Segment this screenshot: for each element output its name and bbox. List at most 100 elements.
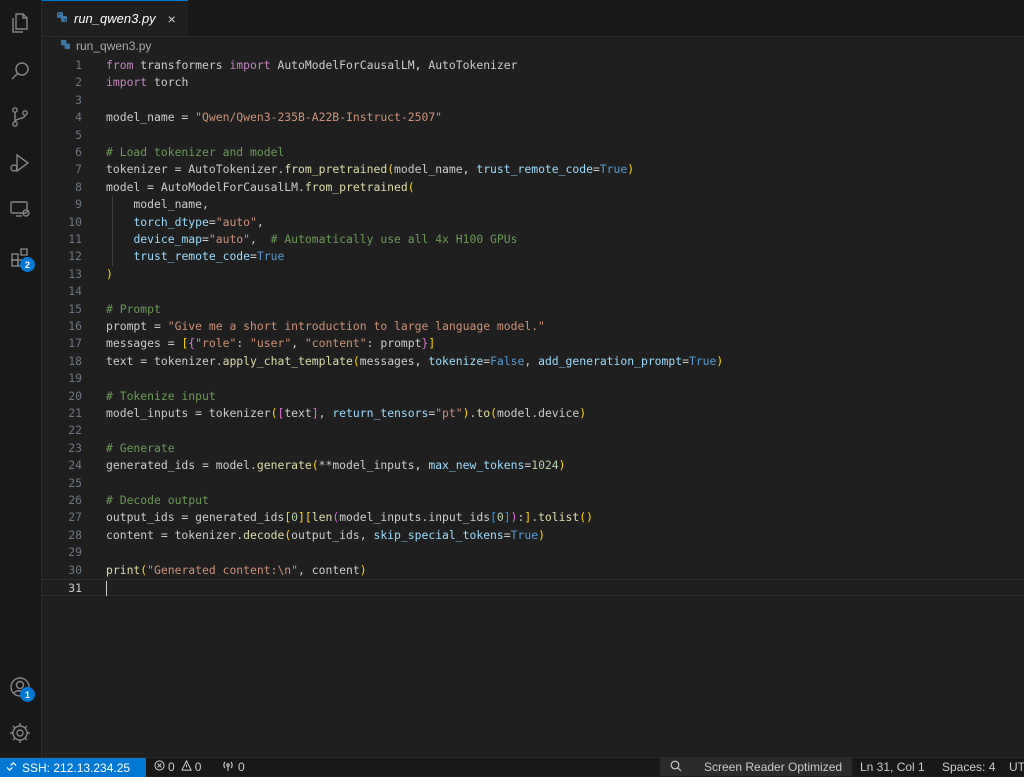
line-number: 11 bbox=[68, 232, 82, 246]
code-line[interactable]: 30 print("Generated content:\n", content) bbox=[42, 562, 1024, 579]
breadcrumb-file[interactable]: run_qwen3.py bbox=[76, 39, 151, 53]
code-text: print("Generated content:\n", content) bbox=[106, 562, 367, 579]
code-token: ] bbox=[503, 510, 511, 525]
code-line[interactable]: 9 model_name, bbox=[42, 196, 1024, 213]
code-token: = bbox=[208, 214, 216, 229]
code-line[interactable]: 22 bbox=[42, 422, 1024, 439]
indentation[interactable]: Spaces: 4 bbox=[942, 758, 995, 776]
code-token: ) bbox=[359, 562, 367, 577]
code-token: to bbox=[476, 406, 491, 420]
code-line[interactable]: 19 bbox=[42, 370, 1024, 387]
problems-indicator[interactable]: 0 0 bbox=[154, 758, 201, 776]
code-token: decode bbox=[243, 527, 285, 542]
code-token: # Generate bbox=[106, 440, 175, 455]
code-token: ] bbox=[311, 406, 319, 420]
line-number: 29 bbox=[68, 545, 82, 560]
code-token: False bbox=[490, 353, 525, 368]
code-text: content = tokenizer.decode(output_ids, s… bbox=[106, 527, 545, 544]
code-line[interactable]: 26 # Decode output bbox=[42, 492, 1024, 509]
line-number: 9 bbox=[75, 197, 82, 212]
code-line[interactable]: 24 generated_ids = model.generate(**model… bbox=[42, 457, 1024, 474]
code-token: text bbox=[284, 406, 312, 420]
code-line[interactable]: 12 trust_remote_code=True bbox=[42, 248, 1024, 265]
code-text: # Decode output bbox=[106, 492, 209, 509]
explorer-icon[interactable] bbox=[5, 8, 35, 38]
line-number: 18 bbox=[68, 353, 82, 368]
ports-count: 0 bbox=[238, 760, 245, 774]
code-line[interactable]: 3 bbox=[42, 92, 1024, 109]
code-token: device_map bbox=[133, 232, 203, 246]
code-line[interactable]: 15 # Prompt bbox=[42, 301, 1024, 318]
code-line[interactable]: 21 model_inputs = tokenizer([text], retur… bbox=[42, 405, 1024, 422]
code-line[interactable]: 1 from transformers import AutoModelForCa… bbox=[42, 57, 1024, 74]
code-line[interactable]: 28 content = tokenizer.decode(output_ids,… bbox=[42, 527, 1024, 544]
code-line[interactable]: 10 torch_dtype="auto", bbox=[42, 214, 1024, 231]
code-token: = bbox=[682, 353, 689, 368]
line-number: 26 bbox=[68, 493, 82, 507]
code-token: "Generated content:\n" bbox=[147, 562, 299, 577]
code-token: model_inputs.input_ids bbox=[339, 510, 491, 525]
code-text: model_name, bbox=[106, 196, 208, 213]
close-icon[interactable]: × bbox=[168, 11, 176, 27]
code-line[interactable]: 23 # Generate bbox=[42, 440, 1024, 457]
line-number: 25 bbox=[68, 475, 82, 490]
encoding[interactable]: UT bbox=[1009, 758, 1024, 776]
code-token: True bbox=[256, 249, 285, 264]
code-line[interactable]: 4 model_name = "Qwen/Qwen3-235B-A22B-Inst… bbox=[42, 109, 1024, 126]
line-number: 30 bbox=[68, 562, 82, 577]
code-token: "user" bbox=[250, 336, 292, 351]
code-editor[interactable]: 1 from transformers import AutoModelForCa… bbox=[42, 56, 1024, 616]
code-token: max_new_tokens bbox=[428, 458, 525, 473]
settings-icon[interactable] bbox=[5, 718, 35, 748]
code-line[interactable]: 18 text = tokenizer.apply_chat_template(m… bbox=[42, 353, 1024, 370]
remote-indicator[interactable]: SSH: 212.13.234.25 bbox=[0, 758, 146, 777]
code-text: text = tokenizer.apply_chat_template(mes… bbox=[106, 353, 723, 370]
run-debug-icon[interactable] bbox=[5, 148, 35, 178]
code-token: True bbox=[688, 353, 717, 368]
extensions-icon[interactable]: 2 bbox=[5, 242, 35, 272]
code-text: output_ids = generated_ids[0][len(model_… bbox=[106, 509, 593, 526]
code-line[interactable]: 16 prompt = "Give me a short introduction… bbox=[42, 318, 1024, 335]
code-line[interactable]: 13) bbox=[42, 266, 1024, 283]
code-token: text = tokenizer. bbox=[106, 353, 223, 368]
code-line[interactable]: 7 tokenizer = AutoTokenizer.from_pretrain… bbox=[42, 161, 1024, 178]
code-line[interactable]: 6 # Load tokenizer and model bbox=[42, 144, 1024, 161]
code-token: from_pretrained bbox=[304, 179, 408, 194]
code-line[interactable]: 31 bbox=[42, 579, 1024, 597]
tab-run-qwen3[interactable]: run_qwen3.py × bbox=[42, 0, 188, 36]
code-text: messages = [{"role": "user", "content": … bbox=[106, 335, 435, 352]
ports-indicator[interactable]: 0 bbox=[222, 758, 245, 776]
code-token: ] bbox=[298, 510, 305, 525]
code-line[interactable]: 29 bbox=[42, 544, 1024, 561]
code-token: [ bbox=[304, 510, 312, 525]
remote-explorer-icon[interactable] bbox=[5, 194, 35, 224]
code-line[interactable]: 8 model = AutoModelForCausalLM.from_pretr… bbox=[42, 179, 1024, 196]
code-token: from bbox=[106, 58, 134, 72]
code-line[interactable]: 27 output_ids = generated_ids[0][len(mode… bbox=[42, 509, 1024, 526]
code-line[interactable]: 25 bbox=[42, 475, 1024, 492]
code-line[interactable]: 14 bbox=[42, 283, 1024, 300]
code-token: torch bbox=[147, 75, 189, 90]
code-line[interactable]: 2 import torch bbox=[42, 74, 1024, 91]
code-token: ) bbox=[627, 162, 635, 177]
code-line[interactable]: 17 messages = [{"role": "user", "content"… bbox=[42, 335, 1024, 352]
breadcrumb[interactable]: run_qwen3.py bbox=[60, 38, 151, 54]
code-line[interactable]: 11 device_map="auto", # Automatically us… bbox=[42, 231, 1024, 248]
screen-reader-label: Screen Reader Optimized bbox=[704, 760, 843, 774]
code-token: : prompt bbox=[366, 336, 422, 351]
code-token: len bbox=[311, 510, 333, 525]
source-control-icon[interactable] bbox=[5, 102, 35, 132]
line-number: 27 bbox=[68, 510, 82, 525]
accounts-icon[interactable]: 1 bbox=[5, 672, 35, 702]
line-number: 2 bbox=[75, 75, 82, 90]
cursor-position[interactable]: Ln 31, Col 1 bbox=[860, 758, 925, 776]
extensions-badge: 2 bbox=[20, 257, 35, 272]
code-token: ) bbox=[462, 406, 470, 420]
code-token: skip_special_tokens bbox=[373, 527, 504, 542]
accounts-badge: 1 bbox=[20, 687, 35, 702]
code-line[interactable]: 20 # Tokenize input bbox=[42, 388, 1024, 405]
screen-reader-indicator[interactable]: Screen Reader Optimized bbox=[660, 758, 852, 776]
code-line[interactable]: 5 bbox=[42, 127, 1024, 144]
search-icon[interactable] bbox=[5, 56, 35, 86]
